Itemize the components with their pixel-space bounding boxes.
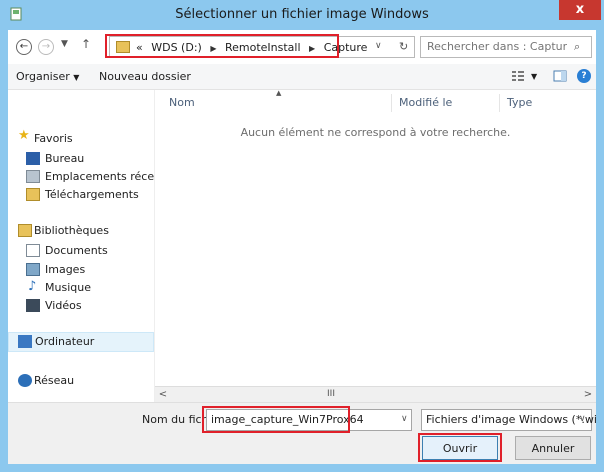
- command-toolbar: Organiser ▼ Nouveau dossier ▼ ?: [8, 64, 596, 90]
- address-highlight-box: [105, 34, 339, 58]
- sidebar-item-music[interactable]: ♪ Musique: [8, 279, 154, 297]
- sort-ascending-icon: ▲: [276, 89, 282, 97]
- sidebar-item-computer[interactable]: Ordinateur: [8, 332, 154, 352]
- sidebar-item-label: Favoris: [34, 132, 73, 145]
- sidebar-item-recent-places[interactable]: Emplacements récents: [8, 168, 154, 186]
- navigation-bar: ← → ▼ ↑ « WDS (D:) ▶ RemoteInstall ▶ Cap…: [8, 30, 596, 64]
- column-separator[interactable]: [391, 94, 392, 112]
- sidebar-item-pictures[interactable]: Images: [8, 261, 154, 279]
- navigation-pane: ★ Favoris Bureau Emplacements récents Té…: [8, 90, 154, 416]
- sidebar-item-label: Bureau: [45, 152, 85, 165]
- chevron-down-icon: ▼: [73, 73, 80, 82]
- back-arrow-icon: ←: [19, 41, 29, 52]
- horizontal-scrollbar[interactable]: < III >: [155, 386, 596, 402]
- organize-label: Organiser: [16, 70, 70, 83]
- sidebar-item-label: Images: [45, 263, 86, 276]
- pictures-icon: [26, 263, 40, 276]
- view-chevron-down-icon[interactable]: ▼: [531, 72, 537, 81]
- sidebar-item-label: Emplacements récents: [45, 170, 154, 183]
- videos-icon: [26, 299, 40, 312]
- column-header-type[interactable]: Type: [507, 96, 532, 109]
- search-icon[interactable]: ⌕: [574, 40, 580, 54]
- filetype-value: Fichiers d'image Windows (*.wi: [426, 413, 597, 426]
- scroll-right-button[interactable]: >: [580, 387, 596, 403]
- desktop-icon: [26, 152, 40, 165]
- column-separator[interactable]: [499, 94, 500, 112]
- close-button[interactable]: x: [559, 0, 601, 20]
- cancel-button[interactable]: Annuler: [515, 436, 591, 460]
- sidebar-item-videos[interactable]: Vidéos: [8, 297, 154, 315]
- libraries-icon: [18, 224, 32, 237]
- back-button[interactable]: ←: [16, 39, 32, 55]
- scroll-left-button[interactable]: <: [155, 387, 171, 403]
- scroll-thumb[interactable]: III: [321, 387, 341, 403]
- filetype-dropdown-icon[interactable]: ∨: [579, 414, 586, 424]
- sidebar-item-downloads[interactable]: Téléchargements: [8, 186, 154, 204]
- open-highlight-box: [418, 433, 502, 462]
- forward-button[interactable]: →: [38, 39, 54, 55]
- sidebar-item-label: Téléchargements: [45, 188, 139, 201]
- filename-highlight-box: [202, 406, 350, 433]
- search-box[interactable]: ⌕: [420, 36, 592, 58]
- title-bar[interactable]: Sélectionner un fichier image Windows x: [0, 0, 604, 30]
- preview-pane-icon[interactable]: [553, 70, 567, 82]
- view-options-icon[interactable]: [511, 70, 525, 82]
- sidebar-item-network[interactable]: Réseau: [8, 372, 154, 390]
- sidebar-item-label: Vidéos: [45, 299, 82, 312]
- file-list[interactable]: Nom ▲ Modifié le Type Aucun élément ne c…: [155, 89, 596, 386]
- dialog-footer: Nom du fichier : ∨ Fichiers d'image Wind…: [8, 402, 597, 464]
- refresh-icon[interactable]: ↻: [399, 40, 408, 53]
- filetype-select[interactable]: Fichiers d'image Windows (*.wi ∨: [421, 409, 597, 431]
- sidebar-item-label: Musique: [45, 281, 91, 294]
- sidebar-item-label: Bibliothèques: [34, 224, 109, 237]
- sidebar-item-label: Réseau: [34, 374, 75, 387]
- network-icon: [18, 374, 32, 387]
- recent-places-icon: [26, 170, 40, 183]
- recent-locations-chevron-down-icon[interactable]: ▼: [61, 39, 68, 49]
- column-header-modified[interactable]: Modifié le: [399, 96, 452, 109]
- dialog-body: ← → ▼ ↑ « WDS (D:) ▶ RemoteInstall ▶ Cap…: [8, 30, 597, 464]
- documents-icon: [26, 244, 40, 257]
- empty-message: Aucun élément ne correspond à votre rech…: [240, 126, 511, 139]
- sidebar-item-label: Documents: [45, 244, 108, 257]
- forward-arrow-icon: →: [41, 41, 51, 52]
- sidebar-item-label: Ordinateur: [35, 335, 95, 348]
- up-arrow-icon[interactable]: ↑: [81, 37, 91, 51]
- downloads-icon: [26, 188, 40, 201]
- music-icon: ♪: [28, 279, 37, 294]
- sidebar-item-desktop[interactable]: Bureau: [8, 150, 154, 168]
- computer-icon: [18, 335, 32, 348]
- address-dropdown-icon[interactable]: ∨: [375, 41, 382, 51]
- sidebar-item-libraries[interactable]: Bibliothèques: [8, 222, 154, 240]
- file-dialog-window: Sélectionner un fichier image Windows x …: [0, 0, 604, 472]
- organize-menu[interactable]: Organiser ▼: [16, 70, 79, 83]
- sidebar-item-documents[interactable]: Documents: [8, 242, 154, 260]
- star-icon: ★: [18, 128, 30, 143]
- window-title: Sélectionner un fichier image Windows: [175, 7, 429, 22]
- new-folder-button[interactable]: Nouveau dossier: [99, 70, 191, 83]
- search-input[interactable]: [427, 40, 567, 53]
- column-header-name[interactable]: Nom: [169, 96, 195, 109]
- filename-dropdown-icon[interactable]: ∨: [401, 414, 408, 424]
- help-icon[interactable]: ?: [577, 69, 591, 83]
- sidebar-item-favorites[interactable]: ★ Favoris: [8, 128, 154, 146]
